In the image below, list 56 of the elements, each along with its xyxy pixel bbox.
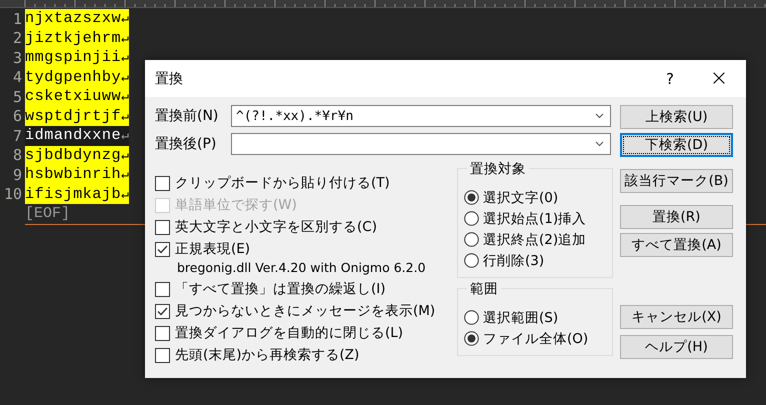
dialog-button[interactable]: ヘルプ(H)	[620, 335, 733, 359]
radio-label[interactable]: ファイル全体(O)	[483, 330, 588, 348]
radio-label[interactable]: 選択始点(1)挿入	[483, 210, 586, 228]
line-number: 7	[12, 126, 23, 145]
checkbox-label[interactable]: 英大文字と小文字を区別する(C)	[175, 218, 377, 236]
checkbox[interactable]	[155, 326, 170, 340]
checkbox[interactable]	[155, 176, 170, 190]
checkbox[interactable]	[155, 304, 170, 318]
line-number: 1	[12, 10, 23, 28]
dialog-button[interactable]: 上検索(U)	[620, 105, 733, 129]
line-number: 3	[12, 48, 23, 67]
checkbox-label[interactable]: 正規表現(E)	[175, 240, 250, 258]
field-label: 置換後(P)	[155, 135, 218, 153]
radio-button[interactable]	[464, 253, 479, 268]
field-label: 置換前(N)	[155, 107, 220, 125]
dialog-button[interactable]: 置換(R)	[620, 205, 733, 229]
radio-button[interactable]	[464, 211, 479, 226]
dialog-title: 置換	[155, 70, 184, 88]
line-number: 9	[12, 166, 23, 184]
group-title: 範囲	[467, 280, 501, 298]
help-button[interactable]: ?	[646, 70, 694, 88]
checkbox[interactable]	[155, 220, 170, 234]
checkbox-label[interactable]: 「すべて置換」は置換の繰返し(I)	[175, 280, 386, 298]
line-number: 8	[12, 146, 23, 164]
radio-button[interactable]	[464, 331, 479, 346]
checkbox[interactable]	[155, 348, 170, 362]
group-title: 置換対象	[467, 160, 529, 178]
line-number: 4	[12, 68, 23, 86]
version-text: bregonig.dll Ver.4.20 with Onigmo 6.2.0	[177, 260, 426, 275]
radio-label[interactable]: 選択範囲(S)	[483, 308, 558, 326]
radio-button[interactable]	[464, 310, 479, 325]
checkbox[interactable]	[155, 282, 170, 296]
combo-field[interactable]: ^(?!.*xx).*¥r¥n	[231, 105, 611, 127]
eof-marker: [EOF]	[25, 205, 70, 222]
radio-label[interactable]: 選択終点(2)追加	[483, 230, 586, 248]
chevron-down-icon	[595, 141, 604, 147]
radio-button[interactable]	[464, 232, 479, 247]
dialog-button[interactable]: 下検索(D)	[620, 133, 733, 157]
checkbox-label[interactable]: 先頭(末尾)から再検索する(Z)	[175, 346, 360, 364]
radio-label[interactable]: 選択文字(0)	[483, 188, 558, 206]
dialog-button[interactable]: 該当行マーク(B)	[620, 169, 733, 193]
checkbox-label[interactable]: クリップボードから貼り付ける(T)	[175, 174, 390, 192]
dialog-button[interactable]: すべて置換(A)	[620, 233, 733, 257]
line-number: 6	[12, 107, 23, 126]
line-number: 10	[2, 185, 23, 204]
checkbox-label[interactable]: 見つからないときにメッセージを表示(M)	[175, 302, 436, 320]
line-number: 2	[12, 29, 23, 48]
radio-label[interactable]: 行削除(3)	[483, 252, 544, 270]
checkbox-label[interactable]: 置換ダイアログを自動的に閉じる(L)	[175, 324, 404, 342]
radio-button[interactable]	[464, 190, 479, 205]
close-button[interactable]: ×	[694, 66, 744, 91]
line-number: 5	[12, 88, 23, 106]
combo-field[interactable]	[231, 133, 611, 155]
chevron-down-icon	[595, 113, 604, 119]
dialog-button[interactable]: キャンセル(X)	[620, 305, 733, 329]
checkbox[interactable]	[155, 242, 170, 256]
